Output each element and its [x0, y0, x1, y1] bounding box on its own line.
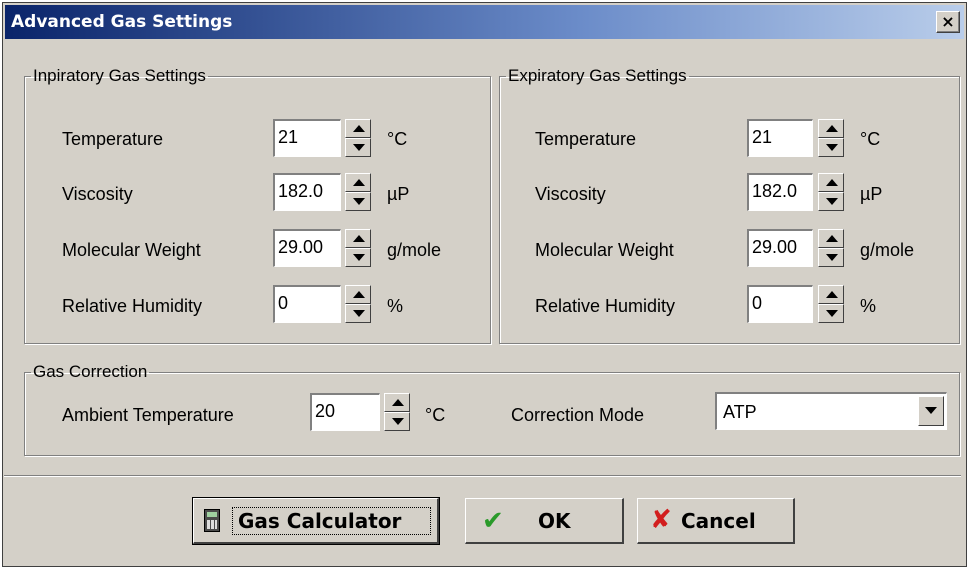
title-bar: Advanced Gas Settings × — [5, 5, 964, 39]
calculator-icon — [204, 509, 220, 532]
insp-temperature-label: Temperature — [62, 129, 164, 149]
insp-relative-humidity-input[interactable]: 0 — [273, 285, 341, 323]
exp-viscosity-unit: µP — [860, 184, 883, 204]
spin-up-icon[interactable] — [345, 285, 371, 304]
spin-down-icon[interactable] — [818, 304, 844, 323]
insp-temperature-unit: °C — [387, 129, 408, 149]
gas-calculator-button[interactable]: Gas Calculator — [192, 497, 440, 545]
ambient-temperature-unit: °C — [425, 405, 446, 425]
separator — [4, 475, 961, 477]
insp-temperature-input[interactable]: 21 — [273, 119, 341, 157]
correction-mode-label: Correction Mode — [511, 405, 645, 425]
cancel-button[interactable]: ✘ Cancel — [637, 498, 795, 544]
insp-molecular-weight-spinner[interactable] — [345, 229, 371, 267]
ambient-temperature-spinner[interactable] — [384, 393, 410, 431]
correction-mode-value: ATP — [723, 402, 757, 422]
close-icon: × — [941, 12, 955, 31]
spin-down-icon[interactable] — [818, 248, 844, 267]
exp-molecular-weight-unit: g/mole — [860, 240, 915, 260]
expiratory-group-legend: Expiratory Gas Settings — [508, 66, 687, 85]
exp-temperature-spinner[interactable] — [818, 119, 844, 157]
spin-down-icon[interactable] — [384, 412, 410, 431]
ok-button[interactable]: ✔ OK — [465, 498, 624, 544]
window-title: Advanced Gas Settings — [11, 12, 233, 32]
inspiratory-group-legend: Inpiratory Gas Settings — [33, 66, 206, 85]
spin-down-icon[interactable] — [345, 192, 371, 211]
exp-molecular-weight-spinner[interactable] — [818, 229, 844, 267]
spin-down-icon[interactable] — [818, 192, 844, 211]
gas-calculator-label: Gas Calculator — [238, 509, 402, 533]
ok-label: OK — [538, 509, 571, 533]
insp-relative-humidity-label: Relative Humidity — [62, 296, 203, 316]
correction-mode-select[interactable]: ATP — [715, 392, 947, 430]
insp-viscosity-input[interactable]: 182.0 — [273, 173, 341, 211]
insp-viscosity-unit: µP — [387, 184, 410, 204]
spin-up-icon[interactable] — [818, 173, 844, 192]
spin-down-icon[interactable] — [345, 304, 371, 323]
insp-molecular-weight-input[interactable]: 29.00 — [273, 229, 341, 267]
insp-temperature-spinner[interactable] — [345, 119, 371, 157]
exp-viscosity-label: Viscosity — [535, 184, 606, 204]
spin-up-icon[interactable] — [818, 285, 844, 304]
insp-relative-humidity-spinner[interactable] — [345, 285, 371, 323]
insp-molecular-weight-unit: g/mole — [387, 240, 442, 260]
exp-molecular-weight-label: Molecular Weight — [535, 240, 674, 260]
spin-down-icon[interactable] — [345, 248, 371, 267]
exp-relative-humidity-input[interactable]: 0 — [747, 285, 813, 323]
spin-up-icon[interactable] — [818, 229, 844, 248]
ambient-temperature-label: Ambient Temperature — [62, 405, 234, 425]
spin-down-icon[interactable] — [345, 138, 371, 157]
insp-relative-humidity-unit: % — [387, 296, 404, 316]
exp-temperature-label: Temperature — [535, 129, 637, 149]
insp-molecular-weight-label: Molecular Weight — [62, 240, 201, 260]
cancel-label: Cancel — [681, 509, 756, 533]
exp-relative-humidity-unit: % — [860, 296, 877, 316]
exp-viscosity-spinner[interactable] — [818, 173, 844, 211]
x-icon: ✘ — [650, 505, 672, 535]
spin-up-icon[interactable] — [384, 393, 410, 412]
spin-up-icon[interactable] — [818, 119, 844, 138]
spin-up-icon[interactable] — [345, 173, 371, 192]
exp-temperature-input[interactable]: 21 — [747, 119, 813, 157]
spin-up-icon[interactable] — [345, 119, 371, 138]
ambient-temperature-input[interactable]: 20 — [310, 393, 380, 431]
spin-down-icon[interactable] — [818, 138, 844, 157]
spin-up-icon[interactable] — [345, 229, 371, 248]
checkmark-icon: ✔ — [482, 506, 504, 536]
exp-relative-humidity-spinner[interactable] — [818, 285, 844, 323]
exp-temperature-unit: °C — [860, 129, 881, 149]
close-button[interactable]: × — [936, 11, 960, 33]
exp-molecular-weight-input[interactable]: 29.00 — [747, 229, 813, 267]
gas-correction-legend: Gas Correction — [33, 362, 148, 381]
insp-viscosity-spinner[interactable] — [345, 173, 371, 211]
insp-viscosity-label: Viscosity — [62, 184, 133, 204]
chevron-down-icon[interactable] — [918, 396, 944, 426]
exp-relative-humidity-label: Relative Humidity — [535, 296, 676, 316]
exp-viscosity-input[interactable]: 182.0 — [747, 173, 813, 211]
